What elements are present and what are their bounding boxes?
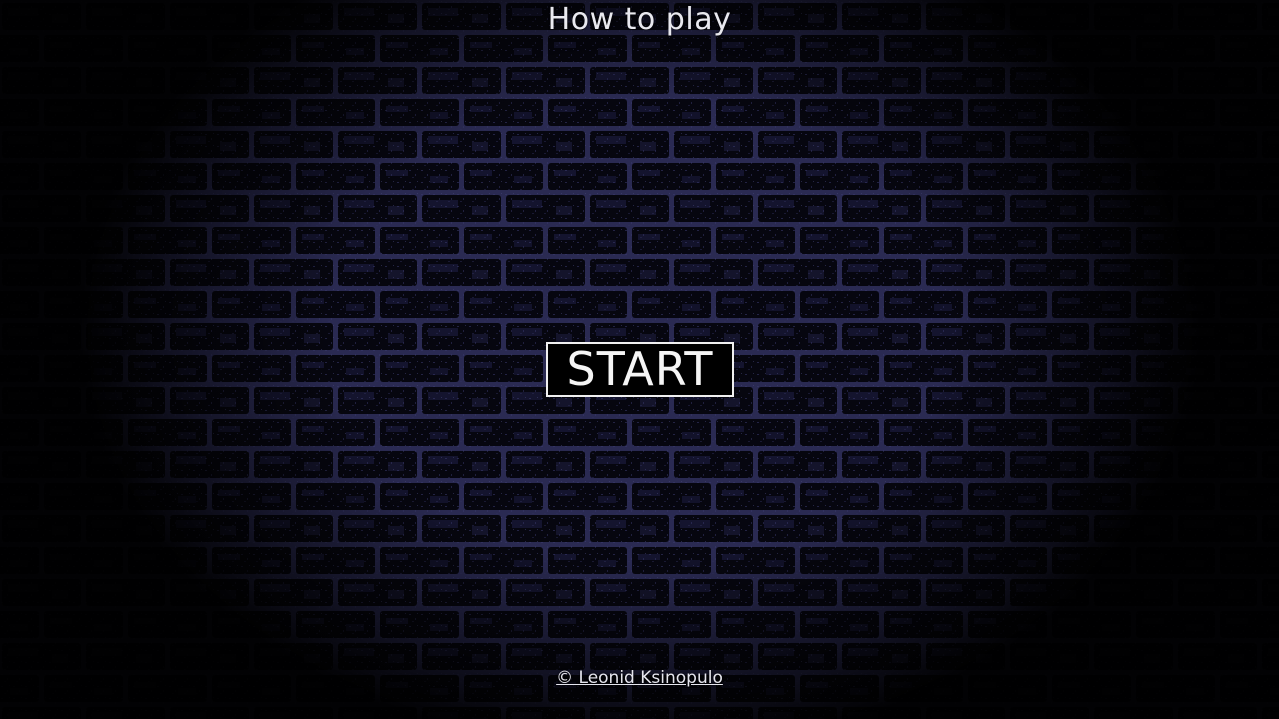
copyright-link[interactable]: © Leonid Ksinopulo (0, 668, 1279, 688)
how-to-play-link[interactable]: How to play (0, 2, 1279, 37)
game-screen: How to play START © Leonid Ksinopulo (0, 0, 1279, 719)
start-button[interactable]: START (546, 342, 734, 397)
